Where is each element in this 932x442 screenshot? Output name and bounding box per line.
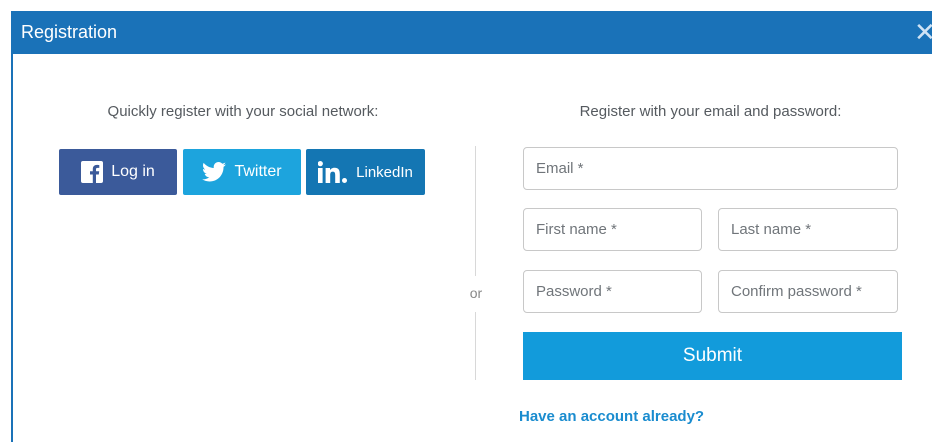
confirm-password-field[interactable] (718, 270, 898, 313)
facebook-button-label: Log in (111, 163, 155, 180)
email-field[interactable] (523, 147, 898, 190)
facebook-login-button[interactable]: Log in (59, 149, 177, 195)
dialog-titlebar: Registration ✕ (11, 11, 932, 54)
last-name-field[interactable] (718, 208, 898, 251)
linkedin-icon (318, 161, 348, 183)
password-field[interactable] (523, 270, 702, 313)
twitter-icon (202, 162, 227, 182)
submit-button[interactable]: Submit (523, 332, 902, 380)
twitter-button-label: Twitter (234, 163, 282, 180)
vertical-divider-bottom (475, 312, 476, 380)
dialog-title: Registration (21, 22, 118, 42)
first-name-field[interactable] (523, 208, 702, 251)
close-icon[interactable]: ✕ (914, 19, 932, 45)
or-separator: or (469, 285, 483, 301)
twitter-login-button[interactable]: Twitter (183, 149, 301, 195)
have-account-link[interactable]: Have an account already? (519, 408, 704, 425)
vertical-divider-top (475, 146, 476, 276)
linkedin-login-button[interactable]: LinkedIn (306, 149, 425, 195)
email-heading: Register with your email and password: (579, 103, 842, 120)
linkedin-button-label: LinkedIn (356, 163, 413, 181)
social-heading: Quickly register with your social networ… (107, 103, 379, 120)
facebook-icon (81, 161, 104, 183)
